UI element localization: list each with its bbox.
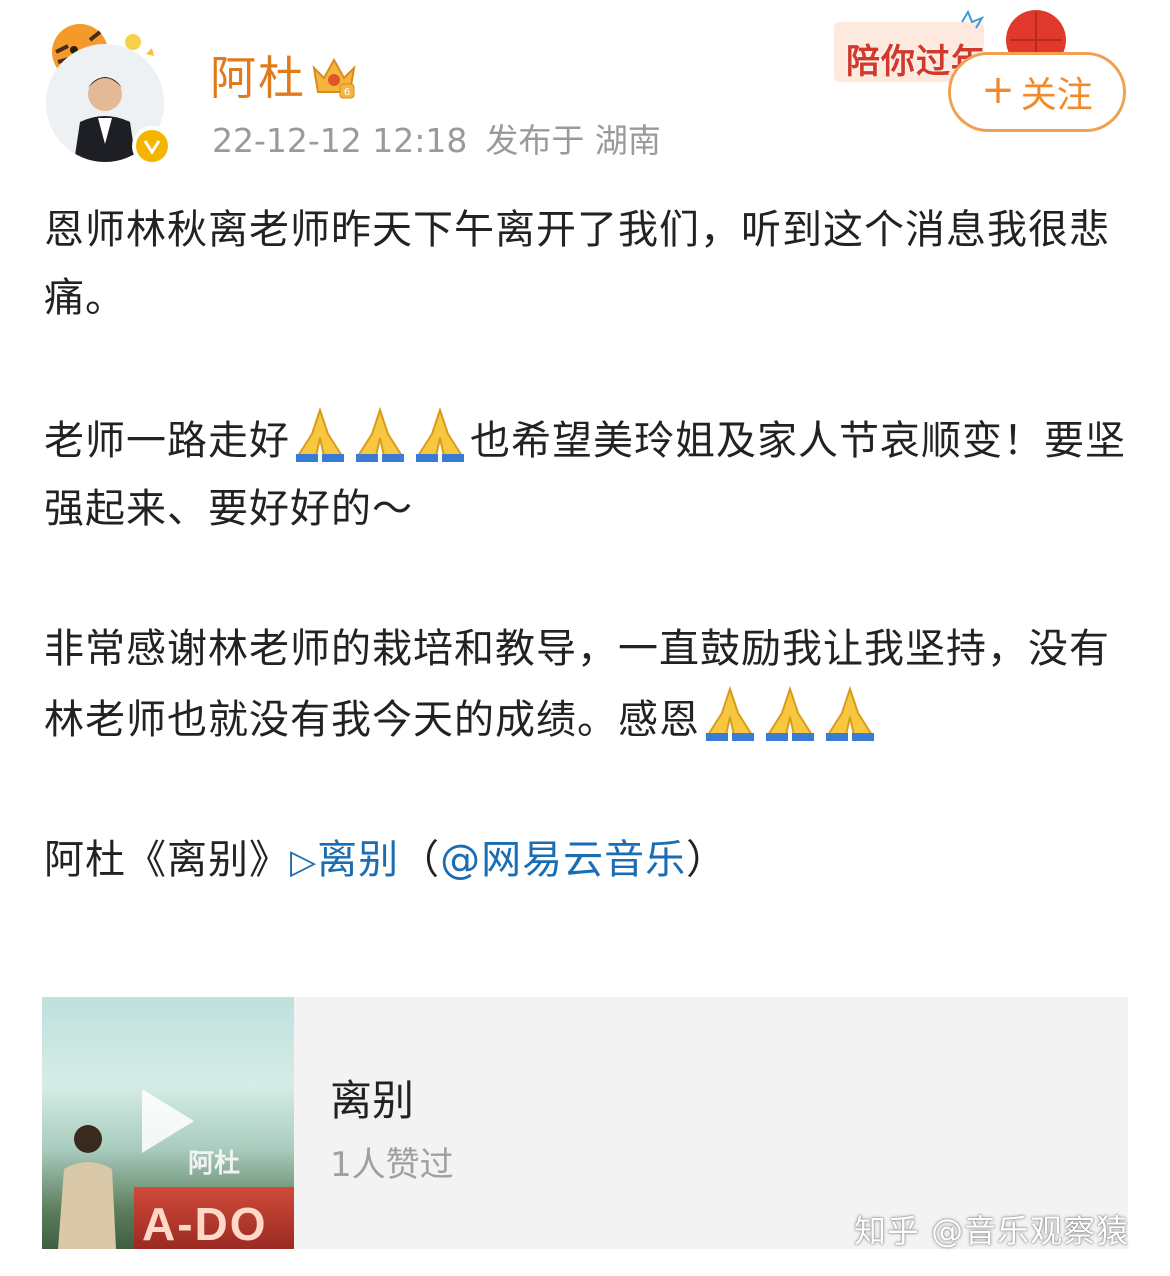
praying-hands-icon (706, 685, 754, 741)
post-body: 恩师林秋离老师昨天下午离开了我们，听到这个消息我很悲痛。 老师一路走好 也希望美玲… (44, 196, 1134, 896)
song-link[interactable]: ▷离别 (290, 837, 399, 883)
play-icon[interactable] (142, 1089, 194, 1153)
praying-hands-icon (826, 685, 874, 741)
praying-hands-icon (416, 406, 464, 462)
play-link-icon: ▷ (290, 842, 318, 882)
post-paragraph-2: 老师一路走好 也希望美玲姐及家人节哀顺变！要坚强起来、要好好的～ (44, 404, 1134, 543)
song-prefix: 阿杜《离别》 (44, 837, 290, 883)
post-paragraph-4: 阿杜《离别》▷离别（@网易云音乐） (44, 826, 1134, 896)
plus-icon: + (981, 67, 1015, 113)
post-paragraph-1: 恩师林秋离老师昨天下午离开了我们，听到这个消息我很悲痛。 (44, 207, 1110, 321)
post-paragraph-2-start: 老师一路走好 (44, 418, 290, 464)
username[interactable]: 阿杜 (210, 48, 306, 108)
track-likes: 1人赞过 (330, 1145, 454, 1185)
album-cover[interactable]: 阿杜 A-DO (42, 997, 294, 1249)
verified-badge-icon (132, 126, 172, 166)
follow-button[interactable]: + 关注 (948, 52, 1126, 132)
avatar[interactable] (38, 22, 178, 167)
mention-link[interactable]: @网易云音乐 (440, 837, 686, 883)
paren-close: ） (686, 837, 728, 883)
cover-person-image (58, 1125, 116, 1249)
watermark: 知乎 @音乐观察猿 (854, 1212, 1130, 1250)
praying-hands-icon (766, 685, 814, 741)
track-title: 离别 (330, 1076, 415, 1125)
praying-hands-icon (296, 406, 344, 462)
cover-artist: 阿杜 (188, 1149, 241, 1179)
post-location: 发布于 湖南 (485, 121, 661, 160)
post-paragraph-3: 非常感谢林老师的栽培和教导，一直鼓励我让我坚持，没有林老师也就没有我今天的成绩。… (44, 615, 1134, 754)
post-meta: 22-12-12 12:18 发布于 湖南 (212, 118, 661, 164)
praying-hands-icon (356, 406, 404, 462)
cover-logo: A-DO (142, 1198, 268, 1249)
follow-label: 关注 (1020, 75, 1093, 116)
paren-open: （ (399, 837, 441, 883)
crown-badge-icon: 6 (312, 57, 356, 99)
song-link-title: 离别 (317, 837, 400, 883)
post-paragraph-3-text: 非常感谢林老师的栽培和教导，一直鼓励我让我坚持，没有林老师也就没有我今天的成绩。… (44, 626, 1110, 743)
svg-text:6: 6 (344, 87, 350, 98)
post-time: 22-12-12 12:18 (212, 121, 468, 160)
